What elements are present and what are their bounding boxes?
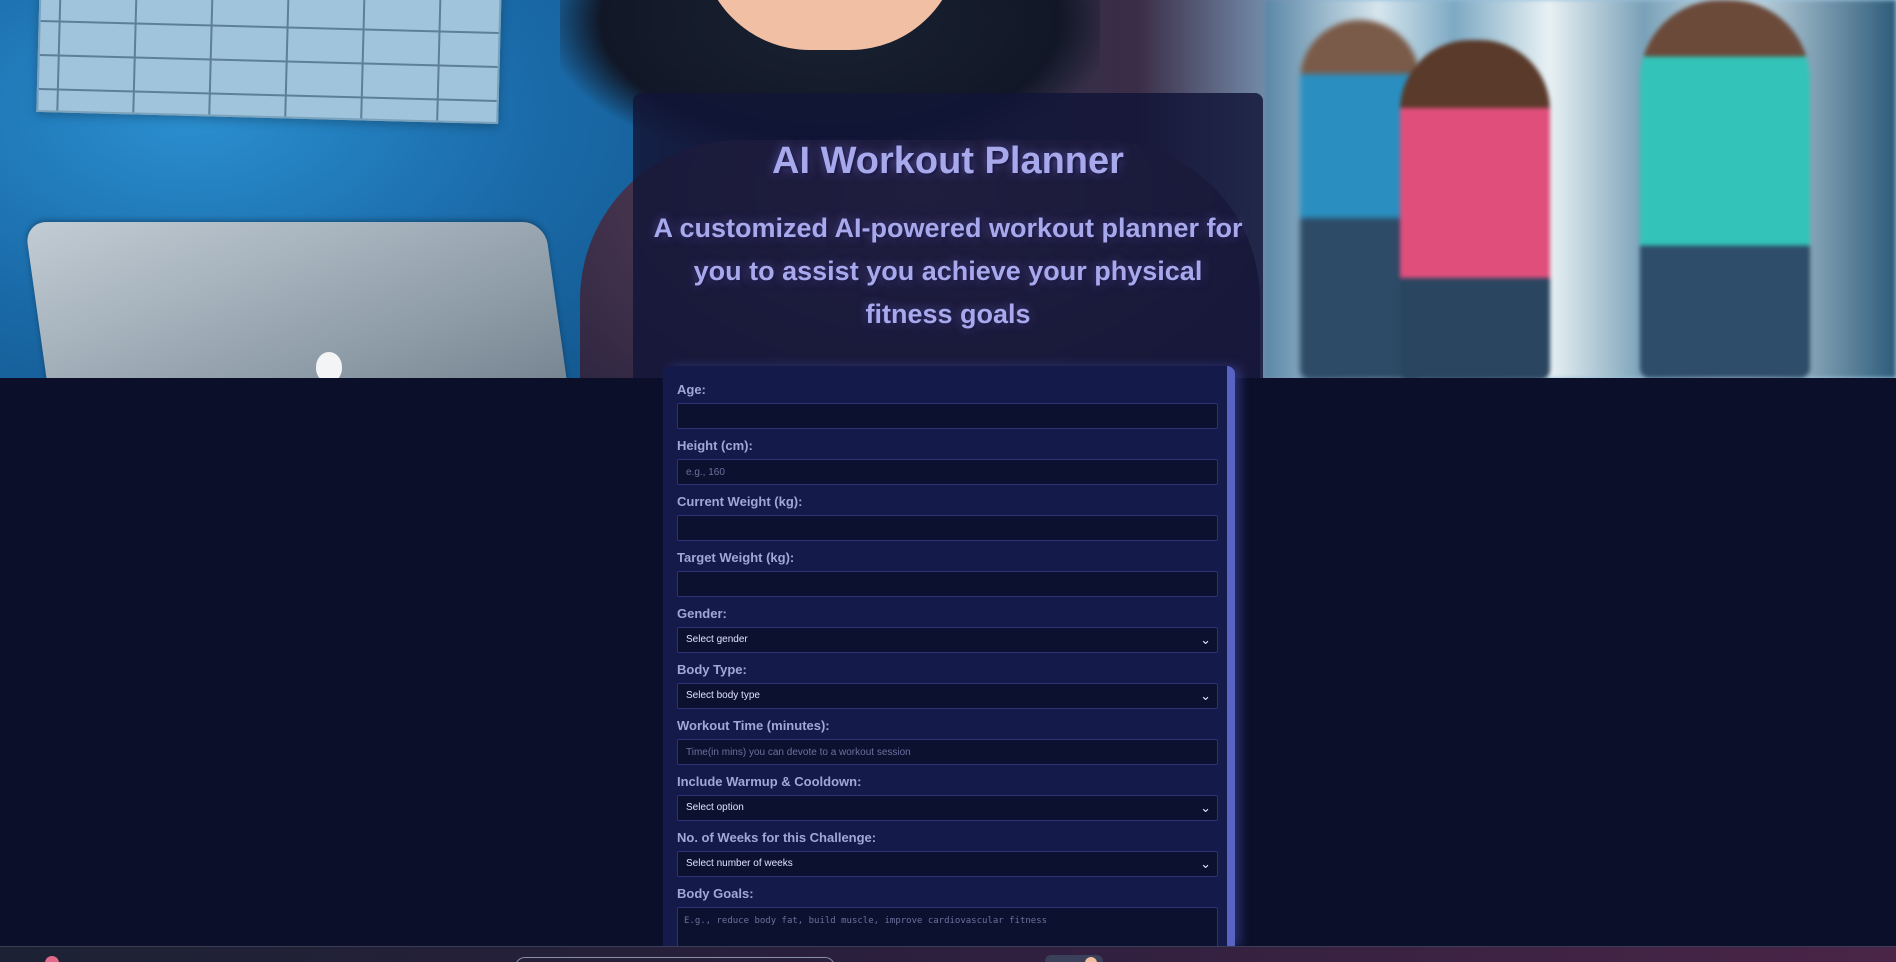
gym-person-illustration	[1640, 0, 1810, 378]
target-weight-input[interactable]	[677, 571, 1218, 597]
weeks-label: No. of Weeks for this Challenge:	[677, 830, 877, 845]
taskbar-app-icon[interactable]	[45, 956, 59, 962]
body-type-select-value: Select body type	[686, 690, 760, 701]
current-weight-field-group: Current Weight (kg):	[677, 494, 1218, 541]
height-label: Height (cm):	[677, 438, 753, 453]
body-goals-field-group: Body Goals:	[677, 886, 1218, 955]
age-field-group: Age:	[677, 382, 1218, 429]
taskbar	[0, 946, 1896, 962]
chevron-down-icon: ⌄	[1200, 856, 1211, 871]
gym-person-illustration	[1400, 40, 1550, 378]
weeks-select[interactable]: Select number of weeks ⌄	[677, 851, 1218, 877]
gender-select[interactable]: Select gender ⌄	[677, 627, 1218, 653]
gender-label: Gender:	[677, 606, 727, 621]
laptop-illustration	[24, 222, 576, 378]
body-type-select[interactable]: Select body type ⌄	[677, 683, 1218, 709]
age-label: Age:	[677, 382, 706, 397]
taskbar-search-box[interactable]	[515, 957, 835, 962]
workout-planner-form: Age: Height (cm): Current Weight (kg): T…	[663, 366, 1235, 955]
chevron-down-icon: ⌄	[1200, 688, 1211, 703]
workout-time-label: Workout Time (minutes):	[677, 718, 830, 733]
target-weight-field-group: Target Weight (kg):	[677, 550, 1218, 597]
weeks-select-value: Select number of weeks	[686, 858, 793, 869]
height-input[interactable]	[677, 459, 1218, 485]
page-title: AI Workout Planner	[772, 140, 1124, 182]
workout-time-field-group: Workout Time (minutes):	[677, 718, 1218, 765]
warmup-field-group: Include Warmup & Cooldown: Select option…	[677, 774, 1218, 821]
height-field-group: Height (cm):	[677, 438, 1218, 485]
gender-select-value: Select gender	[686, 634, 748, 645]
page-subtitle: A customized AI-powered workout planner …	[653, 213, 1243, 329]
weeks-field-group: No. of Weeks for this Challenge: Select …	[677, 830, 1218, 877]
wall-calendar-illustration	[36, 0, 502, 125]
taskbar-widget-icon[interactable]	[1045, 955, 1103, 962]
workout-time-input[interactable]	[677, 739, 1218, 765]
body-type-field-group: Body Type: Select body type ⌄	[677, 662, 1218, 709]
header-card: AI Workout Planner A customized AI-power…	[633, 93, 1263, 378]
chevron-down-icon: ⌄	[1200, 800, 1211, 815]
apple-logo-icon	[316, 352, 342, 378]
current-weight-input[interactable]	[677, 515, 1218, 541]
gender-field-group: Gender: Select gender ⌄	[677, 606, 1218, 653]
target-weight-label: Target Weight (kg):	[677, 550, 795, 565]
chevron-down-icon: ⌄	[1200, 632, 1211, 647]
warmup-select-value: Select option	[686, 802, 744, 813]
current-weight-label: Current Weight (kg):	[677, 494, 803, 509]
warmup-select[interactable]: Select option ⌄	[677, 795, 1218, 821]
warmup-label: Include Warmup & Cooldown:	[677, 774, 862, 789]
body-type-label: Body Type:	[677, 662, 747, 677]
age-input[interactable]	[677, 403, 1218, 429]
body-goals-label: Body Goals:	[677, 886, 754, 901]
